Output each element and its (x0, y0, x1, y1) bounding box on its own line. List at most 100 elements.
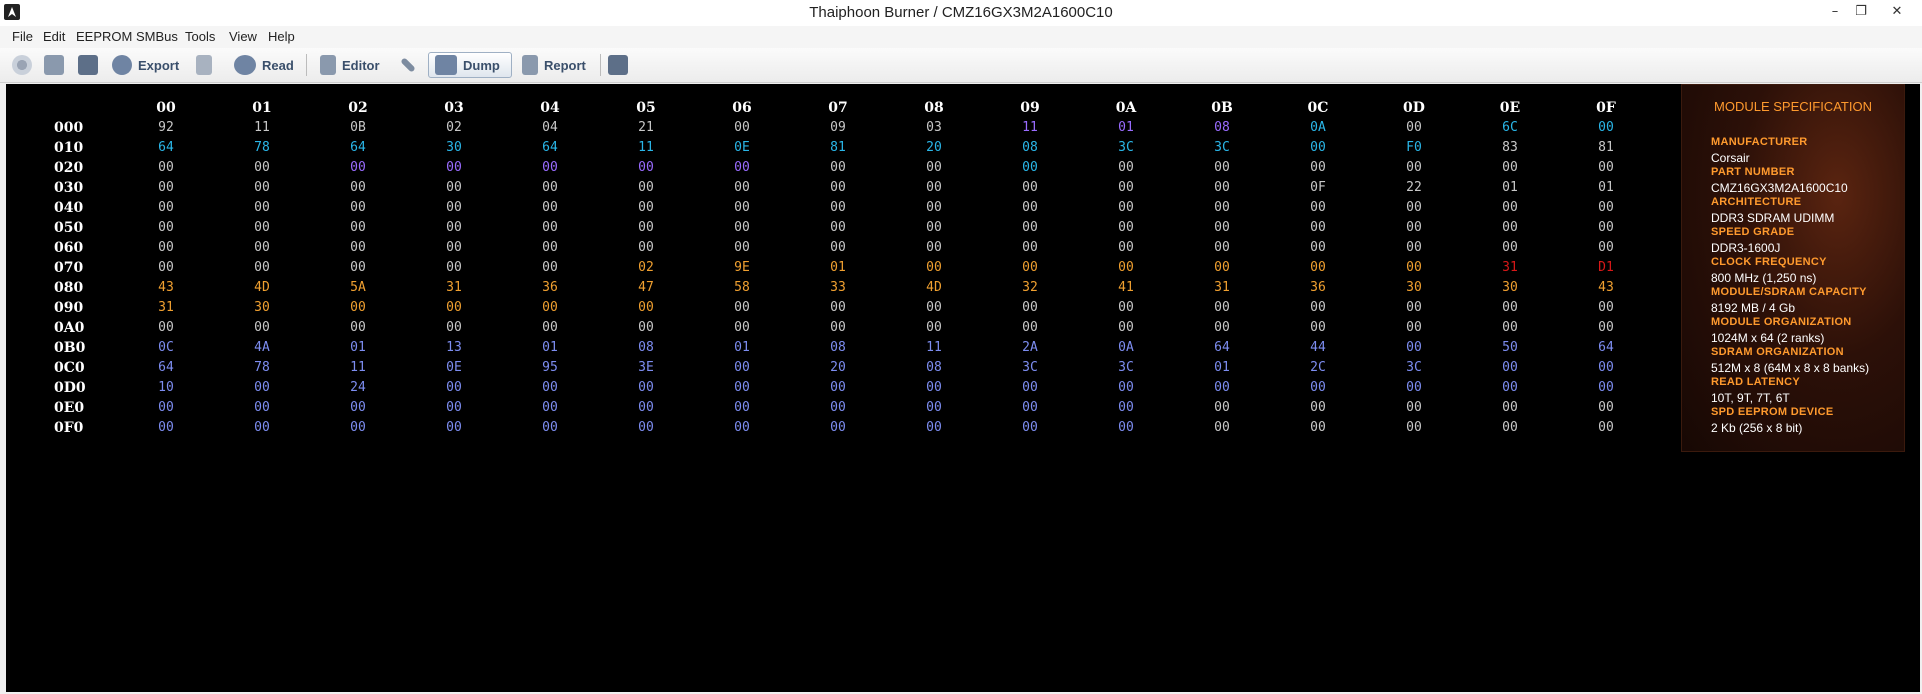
hex-byte-cell[interactable]: 00 (242, 400, 282, 415)
hex-byte-cell[interactable]: 24 (338, 380, 378, 395)
hex-byte-cell[interactable]: 81 (818, 140, 858, 155)
hex-byte-cell[interactable]: 00 (1394, 420, 1434, 435)
hex-byte-cell[interactable]: 41 (1106, 280, 1146, 295)
hex-byte-cell[interactable]: 00 (1010, 380, 1050, 395)
hex-byte-cell[interactable]: 00 (1490, 320, 1530, 335)
export-button[interactable]: Export (112, 52, 179, 78)
hex-byte-cell[interactable]: 00 (1202, 400, 1242, 415)
hex-byte-cell[interactable]: 00 (914, 240, 954, 255)
hex-byte-cell[interactable]: 00 (1106, 320, 1146, 335)
hex-byte-cell[interactable]: 00 (1106, 220, 1146, 235)
hex-byte-cell[interactable]: 0E (722, 140, 762, 155)
hex-byte-cell[interactable]: 00 (338, 320, 378, 335)
hex-byte-cell[interactable]: 58 (722, 280, 762, 295)
hex-byte-cell[interactable]: 00 (338, 420, 378, 435)
hex-byte-cell[interactable]: 13 (434, 340, 474, 355)
report-button[interactable]: Report (522, 52, 586, 78)
restore-button[interactable]: ❐ (1848, 2, 1874, 22)
hex-byte-cell[interactable]: 00 (434, 320, 474, 335)
hex-byte-cell[interactable]: 00 (1490, 160, 1530, 175)
hex-byte-cell[interactable]: 47 (626, 280, 666, 295)
hex-byte-cell[interactable]: 00 (722, 160, 762, 175)
hex-byte-cell[interactable]: 04 (530, 120, 570, 135)
hex-byte-cell[interactable]: 0E (434, 360, 474, 375)
hex-byte-cell[interactable]: 00 (146, 420, 186, 435)
hex-byte-cell[interactable]: 00 (1106, 200, 1146, 215)
hex-byte-cell[interactable]: 00 (626, 180, 666, 195)
hex-byte-cell[interactable]: 00 (1106, 400, 1146, 415)
hex-byte-cell[interactable]: 00 (722, 320, 762, 335)
hex-byte-cell[interactable]: 00 (1010, 320, 1050, 335)
hex-byte-cell[interactable]: 11 (1010, 120, 1050, 135)
hex-byte-cell[interactable]: 00 (818, 420, 858, 435)
hex-byte-cell[interactable]: 3C (1010, 360, 1050, 375)
hex-byte-cell[interactable]: 64 (1202, 340, 1242, 355)
hex-byte-cell[interactable]: 4D (914, 280, 954, 295)
hex-byte-cell[interactable]: 00 (1394, 220, 1434, 235)
hex-byte-cell[interactable]: 01 (1586, 180, 1626, 195)
hex-byte-cell[interactable]: 11 (626, 140, 666, 155)
save-button[interactable] (78, 52, 104, 78)
hex-byte-cell[interactable]: 08 (914, 360, 954, 375)
hex-byte-cell[interactable]: 30 (1490, 280, 1530, 295)
hex-byte-cell[interactable]: 00 (530, 180, 570, 195)
hex-byte-cell[interactable]: 81 (1586, 140, 1626, 155)
hex-byte-cell[interactable]: 00 (434, 240, 474, 255)
hex-byte-cell[interactable]: 0C (146, 340, 186, 355)
hex-byte-cell[interactable]: 11 (338, 360, 378, 375)
hex-byte-cell[interactable]: 00 (1298, 320, 1338, 335)
hex-byte-cell[interactable]: 00 (818, 380, 858, 395)
hex-byte-cell[interactable]: 00 (1586, 120, 1626, 135)
hex-byte-cell[interactable]: 00 (146, 220, 186, 235)
hex-byte-cell[interactable]: 00 (1106, 160, 1146, 175)
hex-byte-cell[interactable]: 00 (1202, 300, 1242, 315)
menu-help[interactable]: Help (268, 29, 295, 44)
hex-byte-cell[interactable]: 00 (242, 180, 282, 195)
hex-byte-cell[interactable]: 00 (146, 200, 186, 215)
hex-byte-cell[interactable]: 00 (1586, 160, 1626, 175)
hex-byte-cell[interactable]: 21 (626, 120, 666, 135)
hex-byte-cell[interactable]: 00 (818, 200, 858, 215)
hex-byte-cell[interactable]: 31 (1490, 260, 1530, 275)
hex-byte-cell[interactable]: 64 (530, 140, 570, 155)
hex-byte-cell[interactable]: 00 (1298, 160, 1338, 175)
hex-byte-cell[interactable]: 00 (1010, 260, 1050, 275)
hex-byte-cell[interactable]: 00 (1298, 420, 1338, 435)
hex-byte-cell[interactable]: 00 (530, 240, 570, 255)
hex-byte-cell[interactable]: 00 (242, 420, 282, 435)
hex-byte-cell[interactable]: 64 (146, 360, 186, 375)
hex-byte-cell[interactable]: 00 (722, 420, 762, 435)
hex-byte-cell[interactable]: 00 (1298, 300, 1338, 315)
hex-byte-cell[interactable]: 00 (1106, 300, 1146, 315)
minimize-button[interactable]: – (1822, 2, 1848, 22)
hex-byte-cell[interactable]: 01 (1106, 120, 1146, 135)
hex-byte-cell[interactable]: 11 (914, 340, 954, 355)
menu-tools[interactable]: Tools (185, 29, 215, 44)
hex-byte-cell[interactable]: 00 (146, 320, 186, 335)
hex-byte-cell[interactable]: 00 (914, 260, 954, 275)
hex-byte-cell[interactable]: 00 (626, 420, 666, 435)
hex-byte-cell[interactable]: 00 (1394, 240, 1434, 255)
hex-byte-cell[interactable]: 00 (818, 400, 858, 415)
hex-byte-cell[interactable]: 00 (146, 400, 186, 415)
hex-byte-cell[interactable]: 00 (1394, 120, 1434, 135)
hex-byte-cell[interactable]: 31 (434, 280, 474, 295)
hex-byte-cell[interactable]: 64 (338, 140, 378, 155)
hex-byte-cell[interactable]: 3C (1202, 140, 1242, 155)
hex-byte-cell[interactable]: 01 (722, 340, 762, 355)
hex-byte-cell[interactable]: 00 (434, 180, 474, 195)
hex-byte-cell[interactable]: 00 (1394, 340, 1434, 355)
hex-byte-cell[interactable]: 30 (242, 300, 282, 315)
hex-byte-cell[interactable]: 00 (722, 400, 762, 415)
hex-byte-cell[interactable]: 00 (722, 380, 762, 395)
hex-byte-cell[interactable]: 30 (1394, 280, 1434, 295)
hex-byte-cell[interactable]: 00 (1298, 140, 1338, 155)
hex-byte-cell[interactable]: 36 (1298, 280, 1338, 295)
hex-byte-cell[interactable]: 09 (818, 120, 858, 135)
inspect-button[interactable] (608, 52, 634, 78)
hex-byte-cell[interactable]: 00 (434, 160, 474, 175)
hex-byte-cell[interactable]: 00 (1298, 220, 1338, 235)
hex-byte-cell[interactable]: 10 (146, 380, 186, 395)
hex-byte-cell[interactable]: 00 (626, 220, 666, 235)
hex-byte-cell[interactable]: 00 (1394, 380, 1434, 395)
